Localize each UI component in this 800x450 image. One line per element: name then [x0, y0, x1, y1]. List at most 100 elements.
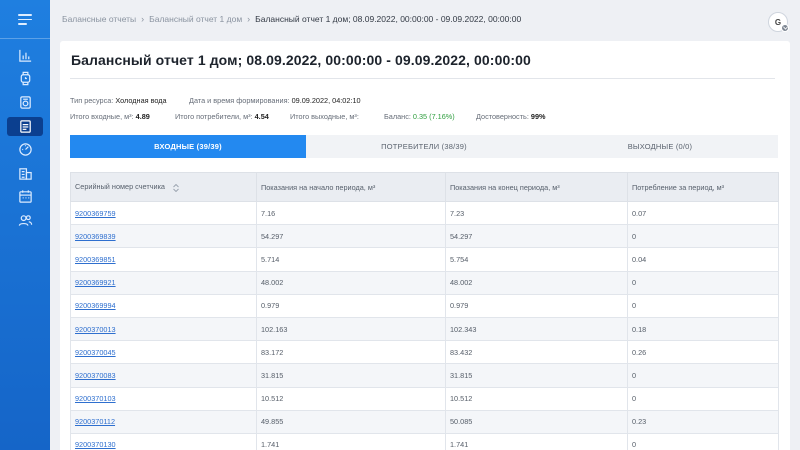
- reliability-value: 99%: [530, 112, 546, 121]
- generated-label: Дата и время формирования:: [189, 96, 290, 105]
- serial-number-link[interactable]: 9200370103: [70, 386, 257, 411]
- end-reading-cell: 31.815: [445, 363, 628, 388]
- serial-number-link[interactable]: 9200370013: [70, 316, 257, 342]
- sort-icon[interactable]: [173, 183, 179, 192]
- start-reading-cell: 31.815: [256, 363, 446, 388]
- nav-item-calendar[interactable]: [7, 187, 43, 206]
- serial-number-link[interactable]: 9200369851: [70, 247, 257, 272]
- nav-item-buildings[interactable]: [7, 164, 43, 183]
- table-header-row: Серийный номер счетчика Показания на нач…: [70, 172, 779, 202]
- menu-icon[interactable]: [18, 14, 32, 25]
- total-in-label: Итого входные, м³:: [70, 112, 134, 121]
- top-bar: Балансные отчеты › Балансный отчет 1 дом…: [50, 0, 800, 38]
- balance: Баланс: 0.35 (7.16%): [384, 112, 455, 121]
- consumption-cell: 0: [627, 270, 779, 295]
- calendar-icon: [18, 190, 32, 203]
- consumption-cell: 0: [627, 432, 779, 450]
- end-reading-cell: 48.002: [445, 270, 628, 295]
- end-reading-cell: 10.512: [445, 386, 628, 411]
- table-row: 9200369851 5.714 5.754 0.04: [70, 247, 779, 272]
- total-out-label: Итого выходные, м³:: [290, 112, 359, 121]
- meters-table: Серийный номер счетчика Показания на нач…: [70, 172, 779, 450]
- serial-number-link[interactable]: 9200370083: [70, 363, 257, 388]
- serial-number-link[interactable]: 9200370130: [70, 432, 257, 450]
- nav-item-users[interactable]: [7, 211, 43, 230]
- table-row: 9200370013 102.163 102.343 0.18: [70, 316, 779, 342]
- start-reading-cell: 54.297: [256, 224, 446, 249]
- column-label: Серийный номер счетчика: [75, 182, 165, 192]
- buildings-icon: [18, 168, 32, 180]
- chevron-down-icon[interactable]: [781, 24, 789, 32]
- consumption-cell: 0: [627, 224, 779, 249]
- end-reading-cell: 1.741: [445, 432, 628, 450]
- bar-chart-icon: [18, 49, 31, 62]
- tab-bar: ВХОДНЫЕ (39/39) ПОТРЕБИТЕЛИ (38/39) ВЫХО…: [70, 135, 778, 158]
- serial-number-link[interactable]: 9200370045: [70, 340, 257, 365]
- breadcrumb-current: Балансный отчет 1 дом; 08.09.2022, 00:00…: [255, 14, 522, 24]
- consumption-cell: 0.18: [627, 316, 779, 342]
- generated-at: Дата и время формирования: 09.09.2022, 0…: [189, 96, 361, 105]
- total-outputs: Итого выходные, м³:: [290, 112, 359, 121]
- end-reading-cell: 7.23: [445, 200, 628, 226]
- end-reading-cell: 0.979: [445, 293, 628, 318]
- reliability-label: Достоверность:: [476, 112, 529, 121]
- total-consumers: Итого потребители, м³: 4.54: [175, 112, 269, 121]
- generated-value: 09.09.2022, 04:02:10: [291, 96, 361, 105]
- meter-icon: [19, 96, 31, 109]
- consumption-cell: 0.04: [627, 247, 779, 272]
- total-consumers-value: 4.54: [254, 112, 269, 121]
- serial-number-link[interactable]: 9200370112: [70, 409, 257, 434]
- nav-item-analytics[interactable]: [7, 46, 43, 65]
- start-reading-cell: 5.714: [256, 247, 446, 272]
- breadcrumb-reports[interactable]: Балансные отчеты: [62, 14, 136, 24]
- table-row: 9200369839 54.297 54.297 0: [70, 224, 779, 249]
- balance-label: Баланс:: [384, 112, 411, 121]
- start-reading-cell: 48.002: [256, 270, 446, 295]
- end-reading-cell: 83.432: [445, 340, 628, 365]
- report-card: Балансный отчет 1 дом; 08.09.2022, 00:00…: [60, 41, 790, 450]
- table-row: 9200370130 1.741 1.741 0: [70, 432, 779, 450]
- nav-item-monitoring[interactable]: [7, 140, 43, 159]
- nav-item-reports[interactable]: [7, 117, 43, 136]
- tab-outputs[interactable]: ВЫХОДНЫЕ (0/0): [542, 135, 778, 158]
- report-icon: [19, 120, 31, 133]
- serial-number-link[interactable]: 9200369994: [70, 293, 257, 318]
- tab-consumers[interactable]: ПОТРЕБИТЕЛИ (38/39): [306, 135, 542, 158]
- breadcrumb: Балансные отчеты › Балансный отчет 1 дом…: [62, 14, 521, 24]
- total-consumers-label: Итого потребители, м³:: [175, 112, 253, 121]
- total-inputs: Итого входные, м³: 4.89: [70, 112, 150, 121]
- watch-icon: [20, 71, 30, 86]
- resource-type: Тип ресурса: Холодная вода: [70, 96, 167, 105]
- table-row: 9200369759 7.16 7.23 0.07: [70, 200, 779, 226]
- table-row: 9200369994 0.979 0.979 0: [70, 293, 779, 318]
- breadcrumb-report-house[interactable]: Балансный отчет 1 дом: [149, 14, 242, 24]
- chevron-right-icon: ›: [141, 14, 145, 24]
- table-row: 9200370103 10.512 10.512 0: [70, 386, 779, 411]
- consumption-cell: 0: [627, 386, 779, 411]
- consumption-cell: 0: [627, 363, 779, 388]
- start-reading-cell: 1.741: [256, 432, 446, 450]
- consumption-cell: 0: [627, 293, 779, 318]
- column-header-serial[interactable]: Серийный номер счетчика: [70, 172, 257, 202]
- consumption-cell: 0.26: [627, 340, 779, 365]
- start-reading-cell: 10.512: [256, 386, 446, 411]
- start-reading-cell: 49.855: [256, 409, 446, 434]
- table-row: 9200370083 31.815 31.815 0: [70, 363, 779, 388]
- serial-number-link[interactable]: 9200369839: [70, 224, 257, 249]
- table-row: 9200370045 83.172 83.432 0.26: [70, 340, 779, 365]
- reliability: Достоверность: 99%: [476, 112, 546, 121]
- serial-number-link[interactable]: 9200369921: [70, 270, 257, 295]
- tab-inputs[interactable]: ВХОДНЫЕ (39/39): [70, 135, 306, 158]
- serial-number-link[interactable]: 9200369759: [70, 200, 257, 226]
- sidebar: [0, 0, 50, 450]
- end-reading-cell: 102.343: [445, 316, 628, 342]
- end-reading-cell: 54.297: [445, 224, 628, 249]
- nav-item-meters[interactable]: [7, 93, 43, 112]
- resource-value: Холодная вода: [115, 96, 167, 105]
- start-reading-cell: 7.16: [256, 200, 446, 226]
- page-title: Балансный отчет 1 дом; 08.09.2022, 00:00…: [71, 52, 531, 68]
- table-row: 9200369921 48.002 48.002 0: [70, 270, 779, 295]
- nav-item-devices[interactable]: [7, 69, 43, 88]
- consumption-cell: 0.23: [627, 409, 779, 434]
- start-reading-cell: 102.163: [256, 316, 446, 342]
